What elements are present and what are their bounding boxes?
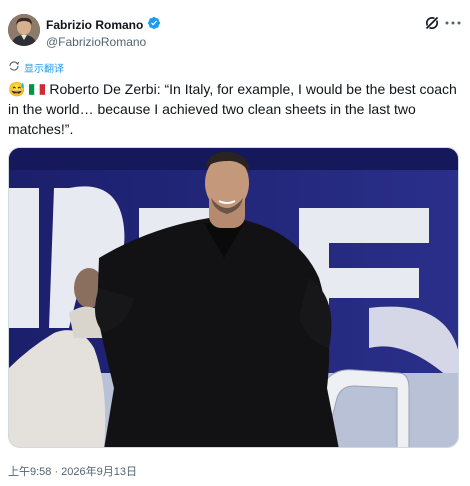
tweet-header: Fabrizio Romano @FabrizioRomano bbox=[8, 14, 462, 50]
tweet-text: 😅 Roberto De Zerbi: “In Italy, for examp… bbox=[8, 79, 462, 139]
verified-badge-icon bbox=[147, 16, 161, 34]
avatar[interactable] bbox=[8, 14, 40, 46]
author-name[interactable]: Fabrizio Romano bbox=[46, 18, 143, 33]
tweet: Fabrizio Romano @FabrizioRomano 显示翻译 😅 R… bbox=[0, 0, 470, 486]
tweet-photo[interactable] bbox=[8, 147, 459, 448]
translate-label: 显示翻译 bbox=[24, 64, 64, 75]
italy-flag-icon bbox=[29, 80, 46, 95]
author-handle[interactable]: @FabrizioRomano bbox=[46, 34, 161, 50]
grok-icon[interactable] bbox=[424, 15, 440, 31]
tweet-body: Roberto De Zerbi: “In Italy, for example… bbox=[8, 81, 457, 137]
translate-button[interactable]: 显示翻译 bbox=[8, 60, 64, 75]
timestamp[interactable]: 上午9:58 · 2026年9月13日 bbox=[8, 463, 137, 479]
more-icon[interactable] bbox=[444, 14, 462, 32]
emoji: 😅 bbox=[8, 81, 26, 97]
translate-icon bbox=[8, 60, 20, 75]
author-names: Fabrizio Romano @FabrizioRomano bbox=[46, 16, 161, 50]
